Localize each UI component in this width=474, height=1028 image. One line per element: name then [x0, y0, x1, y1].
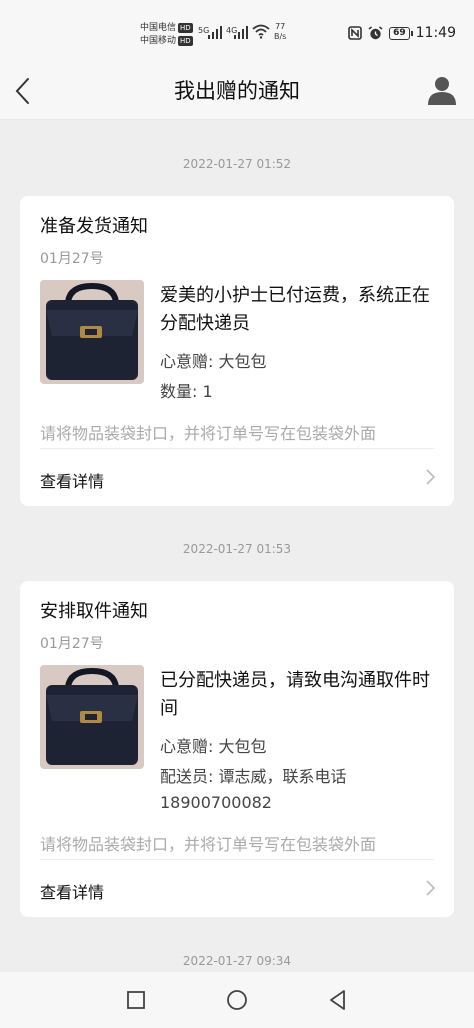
gift-name: 心意赠: 大包包	[160, 352, 267, 371]
card-date: 01月27号	[40, 251, 104, 267]
message-text: 已分配快递员，请致电沟通取件时间	[160, 670, 430, 719]
carrier-1: 中国电信	[140, 23, 177, 33]
page-title: 我出赠的通知	[174, 79, 300, 103]
card-title: 安排取件通知	[40, 601, 148, 622]
network-speed: 77 B/s	[274, 22, 286, 42]
message-timestamp: 2022-01-27 01:52	[182, 157, 292, 171]
alarm-icon	[368, 25, 383, 39]
nfc-icon	[348, 26, 362, 40]
hd-badge-2: HD	[178, 36, 193, 46]
app-header: 我出赠的通知	[0, 64, 474, 120]
system-nav-bar	[0, 972, 474, 1028]
chevron-right-icon[interactable]	[424, 468, 436, 486]
card-title: 准备发货通知	[40, 216, 148, 237]
chevron-right-icon[interactable]	[424, 879, 436, 897]
message-timestamp: 2022-01-27 09:34	[182, 954, 292, 968]
packing-hint: 请将物品装袋封口，并将订单号写在包装袋外面	[40, 424, 377, 443]
quantity: 数量: 1	[160, 382, 213, 401]
view-details-link[interactable]: 查看详情	[40, 468, 104, 492]
courier-info: 配送员: 谭志威，联系电话	[160, 767, 347, 786]
status-bar: 中国电信 HD 中国移动 HD 5G 4G 77 B/s 69 11:49	[0, 0, 474, 64]
divider	[40, 448, 434, 449]
signal-bars-2-icon	[234, 25, 250, 39]
user-icon[interactable]	[426, 74, 458, 106]
carrier-2: 中国移动	[140, 36, 177, 46]
notification-card[interactable]: 准备发货通知 01月27号 爱美的小护士已付运费，系统正在分配快递员 心意赠: …	[20, 196, 454, 506]
battery-indicator: 69	[389, 26, 413, 40]
gift-name: 心意赠: 大包包	[160, 737, 267, 756]
clock: 11:49	[415, 25, 456, 41]
view-details-link[interactable]: 查看详情	[40, 879, 104, 903]
packing-hint: 请将物品装袋封口，并将订单号写在包装袋外面	[40, 835, 377, 854]
courier-phone[interactable]: 18900700082	[160, 789, 440, 817]
hd-badge-1: HD	[178, 23, 193, 33]
wifi-icon	[252, 24, 270, 39]
speed-value: 77	[275, 22, 286, 31]
carrier-info: 中国电信 HD 中国移动 HD	[140, 22, 193, 48]
notification-card[interactable]: 安排取件通知 01月27号 已分配快递员，请致电沟通取件时间 心意赠: 大包包 …	[20, 581, 454, 917]
product-image[interactable]	[40, 665, 144, 769]
product-image[interactable]	[40, 280, 144, 384]
divider	[40, 859, 434, 860]
back-triangle-icon[interactable]	[326, 988, 350, 1012]
home-circle-icon[interactable]	[225, 988, 249, 1012]
recents-square-icon[interactable]	[124, 988, 148, 1012]
card-date: 01月27号	[40, 636, 104, 652]
signal-bars-1-icon	[208, 25, 224, 39]
message-text: 爱美的小护士已付运费，系统正在分配快递员	[160, 285, 430, 334]
speed-unit: B/s	[274, 32, 287, 41]
message-timestamp: 2022-01-27 01:53	[182, 542, 292, 556]
